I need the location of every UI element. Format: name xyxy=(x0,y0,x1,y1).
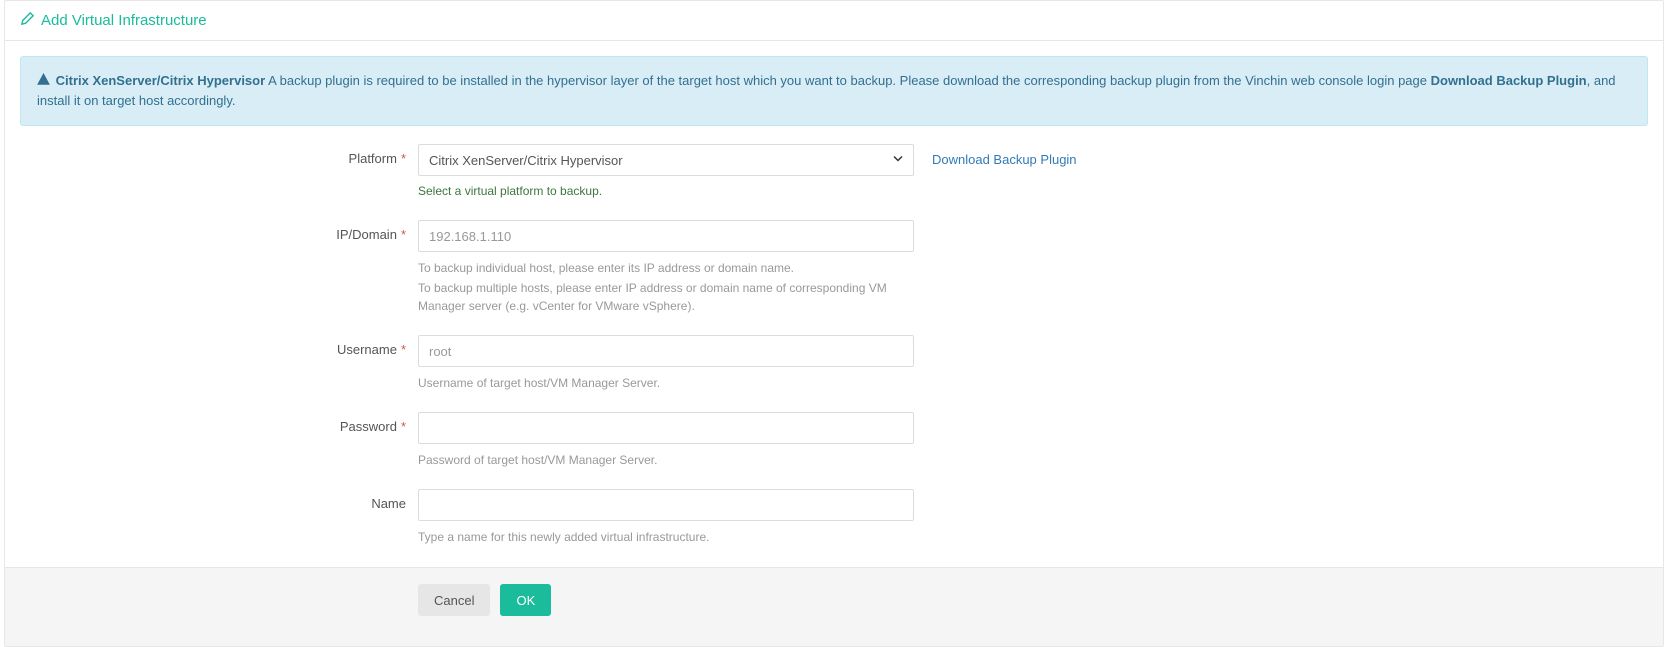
page-title: Add Virtual Infrastructure xyxy=(41,12,207,29)
ip-help-1: To backup individual host, please enter … xyxy=(418,259,914,277)
label-name-text: Name xyxy=(371,496,406,511)
username-help: Username of target host/VM Manager Serve… xyxy=(418,374,914,392)
required-mark: * xyxy=(401,419,406,434)
row-platform: Platform * Select a virtual platform to b… xyxy=(20,144,1648,200)
label-username-text: Username xyxy=(337,342,397,357)
alert-bold-1: Citrix XenServer/Citrix Hypervisor xyxy=(56,73,266,88)
password-input[interactable] xyxy=(418,412,914,444)
platform-help: Select a virtual platform to backup. xyxy=(418,183,914,200)
label-platform: Platform * xyxy=(20,144,418,166)
info-alert: Citrix XenServer/Citrix Hypervisor A bac… xyxy=(20,56,1648,126)
required-mark: * xyxy=(401,342,406,357)
label-ip: IP/Domain * xyxy=(20,220,418,242)
row-password: Password * Password of target host/VM Man… xyxy=(20,412,1648,469)
panel-body: Citrix XenServer/Citrix Hypervisor A bac… xyxy=(5,41,1663,567)
alert-text-1: A backup plugin is required to be instal… xyxy=(265,73,1430,88)
row-ip: IP/Domain * To backup individual host, pl… xyxy=(20,220,1648,315)
row-name: Name Type a name for this newly added vi… xyxy=(20,489,1648,546)
label-name: Name xyxy=(20,489,418,511)
row-username: Username * Username of target host/VM Man… xyxy=(20,335,1648,392)
required-mark: * xyxy=(401,151,406,166)
ok-button[interactable]: OK xyxy=(500,584,551,616)
label-username: Username * xyxy=(20,335,418,357)
panel-heading: Add Virtual Infrastructure xyxy=(5,1,1663,41)
warning-icon xyxy=(37,73,56,88)
required-mark: * xyxy=(401,227,406,242)
download-backup-plugin-link[interactable]: Download Backup Plugin xyxy=(932,152,1077,167)
username-input[interactable] xyxy=(418,335,914,367)
alert-bold-2: Download Backup Plugin xyxy=(1431,73,1587,88)
form: Platform * Select a virtual platform to b… xyxy=(20,144,1648,546)
panel-footer: Cancel OK xyxy=(5,567,1663,646)
platform-select-value[interactable] xyxy=(418,144,914,176)
ip-help-2: To backup multiple hosts, please enter I… xyxy=(418,279,914,315)
cancel-button[interactable]: Cancel xyxy=(418,584,490,616)
label-password: Password * xyxy=(20,412,418,434)
label-ip-text: IP/Domain xyxy=(336,227,397,242)
platform-select[interactable] xyxy=(418,144,914,176)
name-input[interactable] xyxy=(418,489,914,521)
add-virtual-infrastructure-panel: Add Virtual Infrastructure Citrix XenSer… xyxy=(4,0,1664,647)
ip-domain-input[interactable] xyxy=(418,220,914,252)
label-password-text: Password xyxy=(340,419,397,434)
edit-icon xyxy=(20,11,35,30)
label-platform-text: Platform xyxy=(349,151,397,166)
password-help: Password of target host/VM Manager Serve… xyxy=(418,451,914,469)
name-help: Type a name for this newly added virtual… xyxy=(418,528,914,546)
